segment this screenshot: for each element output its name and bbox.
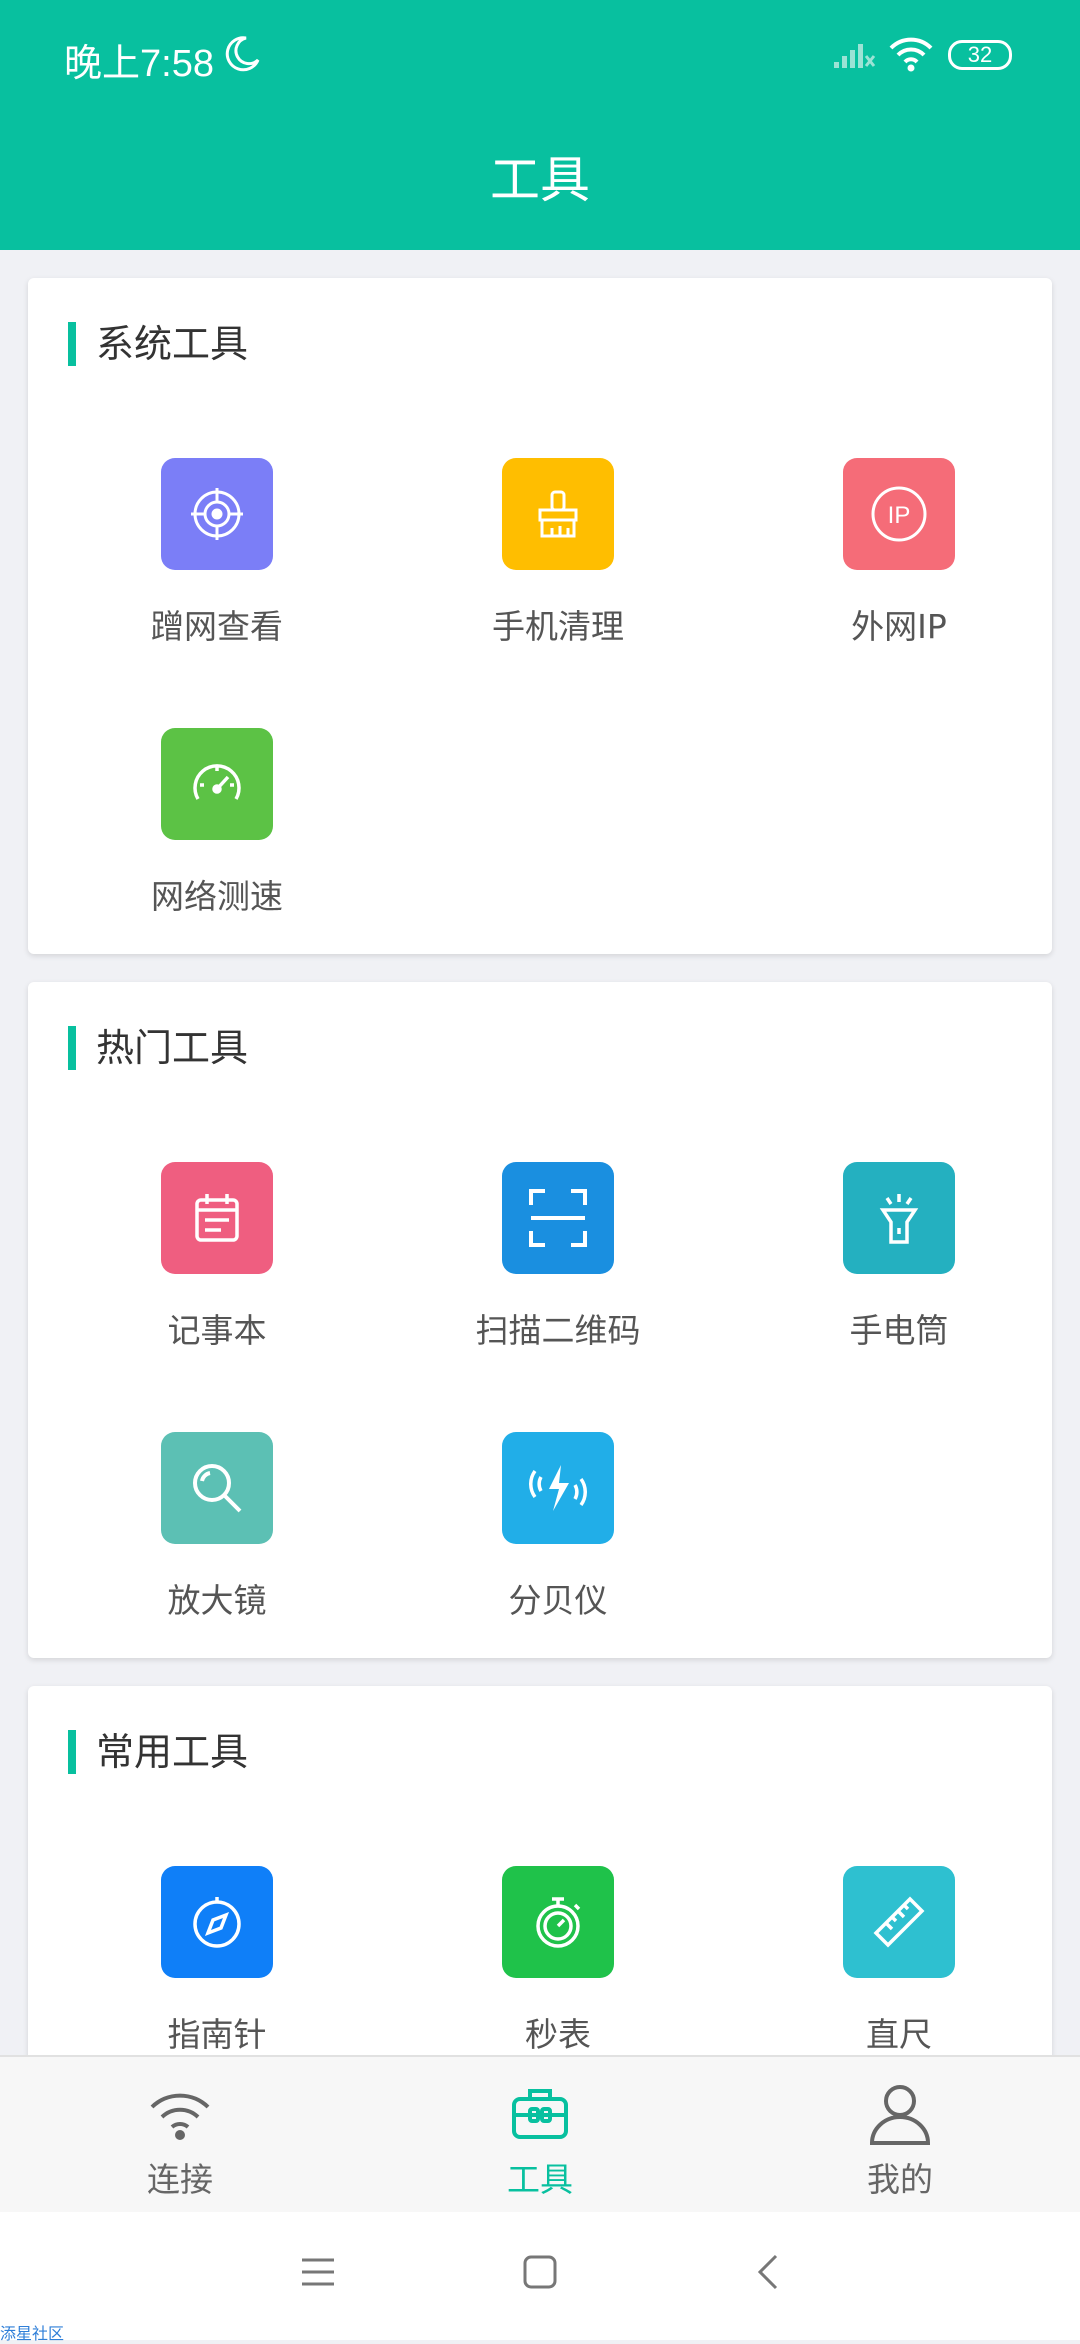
section-title: 常用工具: [68, 1730, 248, 1774]
flashlight-icon: [843, 1162, 955, 1274]
user-icon: [869, 2085, 931, 2145]
decibel-icon: [502, 1432, 614, 1544]
tool-label: 记事本: [167, 1311, 267, 1350]
tool-label: 外网IP: [851, 607, 947, 646]
back-icon[interactable]: [752, 2252, 784, 2292]
tool-magnifier[interactable]: 放大镜: [47, 1432, 387, 1622]
tab-tools[interactable]: 工具: [360, 2057, 720, 2212]
tool-label: 蹭网查看: [151, 607, 283, 646]
tab-mine[interactable]: 我的: [720, 2057, 1080, 2212]
moon-icon: [225, 36, 260, 72]
section-title: 系统工具: [68, 322, 248, 366]
signal-icon: [834, 44, 876, 68]
menu-icon[interactable]: [298, 2252, 338, 2292]
speedometer-icon: [161, 728, 273, 840]
tool-wifi-viewer[interactable]: 蹭网查看: [47, 458, 387, 648]
compass-icon: [161, 1866, 273, 1978]
tool-label: 直尺: [866, 2015, 932, 2054]
tool-label: 手机清理: [492, 607, 624, 646]
tool-speed-test[interactable]: 网络测速: [47, 728, 387, 918]
tool-public-ip[interactable]: IP 外网IP: [729, 458, 1069, 648]
calendar-icon: [161, 1162, 273, 1274]
toolbox-icon: [512, 2089, 568, 2139]
battery-indicator: 32: [948, 40, 1012, 70]
tool-qr-scan[interactable]: 扫描二维码: [388, 1162, 728, 1352]
section-title: 热门工具: [68, 1026, 248, 1070]
page-title: 工具: [490, 151, 590, 209]
status-time: 晚上7:58: [64, 43, 214, 85]
tool-label: 秒表: [525, 2015, 591, 2054]
watermark: 添星社区: [0, 2324, 65, 2343]
tab-label: 工具: [507, 2160, 573, 2199]
wifi-status-icon: [889, 37, 933, 72]
ip-icon: IP: [843, 458, 955, 570]
tool-notepad[interactable]: 记事本: [47, 1162, 387, 1352]
svg-text:IP: IP: [888, 502, 911, 529]
tab-label: 连接: [147, 2160, 213, 2199]
hot-tools-card: 热门工具 记事本 扫描二维码 手电筒 放大镜 分贝仪: [28, 982, 1052, 1658]
magnifier-icon: [161, 1432, 273, 1544]
stopwatch-icon: [502, 1866, 614, 1978]
ruler-icon: [843, 1866, 955, 1978]
broom-icon: [502, 458, 614, 570]
tool-label: 手电筒: [849, 1311, 949, 1350]
tool-decibel-meter[interactable]: 分贝仪: [388, 1432, 728, 1622]
tool-phone-cleanup[interactable]: 手机清理: [388, 458, 728, 648]
system-nav-bar: [0, 2212, 1080, 2340]
app-header: 晚上7:58 32 工具: [0, 0, 1080, 250]
tool-label: 指南针: [167, 2015, 267, 2054]
tab-connect[interactable]: 连接: [0, 2057, 360, 2212]
home-icon[interactable]: [522, 2252, 558, 2292]
tab-label: 我的: [867, 2160, 933, 2199]
tool-label: 网络测速: [151, 877, 283, 916]
bottom-tab-bar: 连接 工具 我的: [0, 2055, 1080, 2212]
tool-flashlight[interactable]: 手电筒: [729, 1162, 1069, 1352]
scan-icon: [502, 1162, 614, 1274]
tool-label: 扫描二维码: [475, 1311, 641, 1350]
tool-ruler[interactable]: 直尺: [729, 1866, 1069, 2056]
tool-stopwatch[interactable]: 秒表: [388, 1866, 728, 2056]
system-tools-card: 系统工具 蹭网查看 手机清理 IP 外网IP 网络测速: [28, 278, 1052, 954]
target-icon: [161, 458, 273, 570]
tool-label: 放大镜: [167, 1581, 267, 1620]
tool-compass[interactable]: 指南针: [47, 1866, 387, 2056]
wifi-icon: [150, 2093, 210, 2140]
tool-label: 分贝仪: [508, 1581, 608, 1620]
